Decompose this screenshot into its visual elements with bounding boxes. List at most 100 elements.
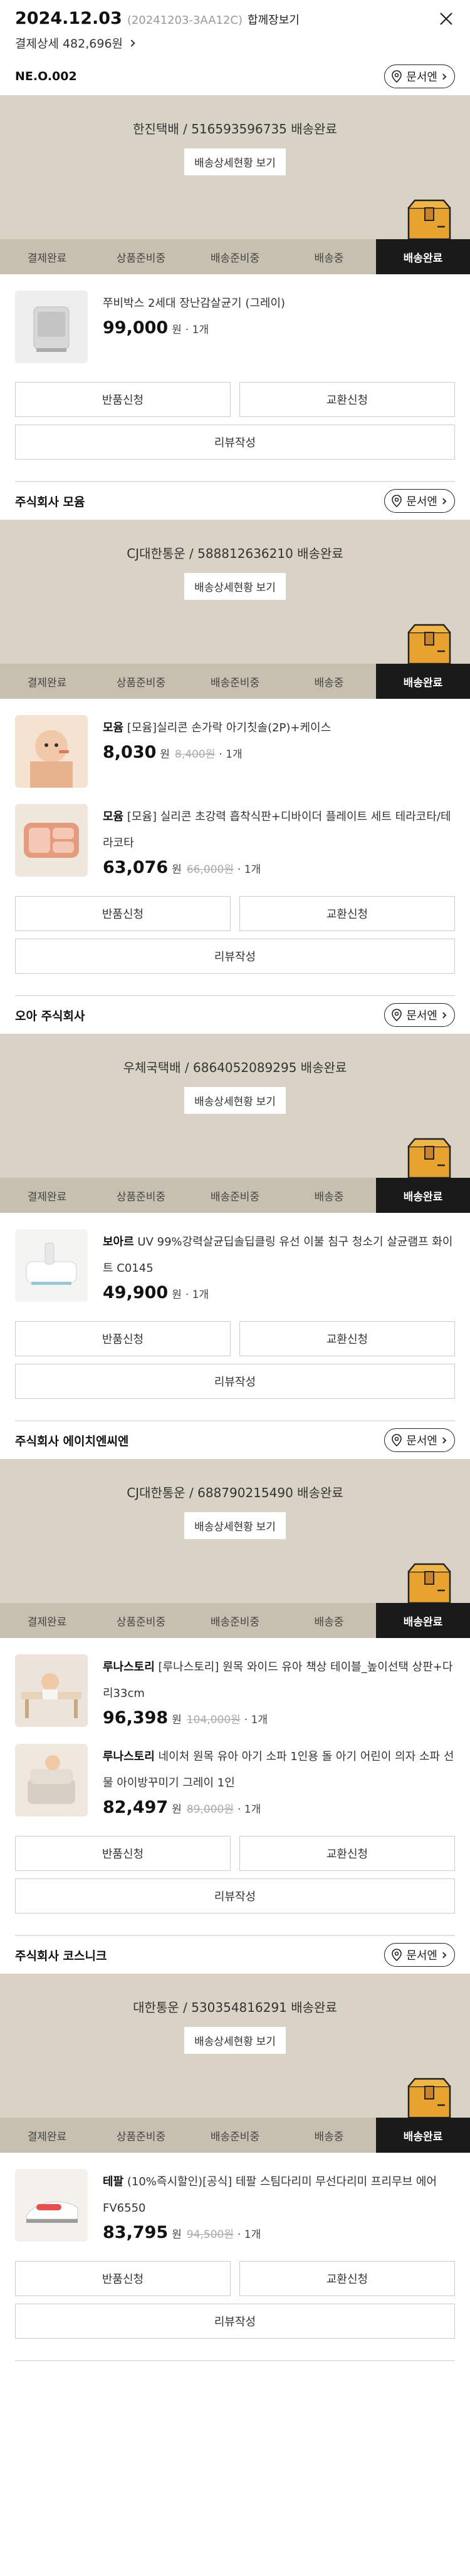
product-list: 보아르 UV 99%강력살균딥솔딥클링 유선 이불 침구 청소기 살균램프 화이…: [0, 1213, 470, 1302]
original-price: 94,500원: [186, 2228, 234, 2241]
original-price: 104,000원: [186, 1714, 241, 1726]
product-name: 모윰 [모윰] 실리콘 초강력 흡착식판+디바이더 플레이트 세트 테라코타/테…: [103, 804, 455, 857]
product-price: 96,398: [103, 1708, 169, 1728]
return-request-button[interactable]: 반품신청: [15, 382, 231, 417]
tracking-detail-button[interactable]: 배송상세현황 보기: [184, 1512, 286, 1539]
delivery-step: 결제완료: [27, 252, 67, 265]
inquiry-button[interactable]: 문서엔: [384, 1943, 455, 1967]
tracking-detail-button[interactable]: 배송상세현황 보기: [184, 148, 286, 175]
currency-unit: 원: [160, 748, 170, 761]
inquiry-label: 문서엔: [406, 1949, 437, 1962]
product-item[interactable]: 쭈비박스 2세대 장난감살균기 (그레이) 99,000 원 · 1개: [0, 274, 470, 363]
delivery-step: 배송중: [314, 676, 344, 689]
tracking-info: 한진택배 / 516593596735 배송완료: [133, 121, 337, 137]
delivery-step: 상품준비중: [116, 2130, 166, 2143]
close-icon[interactable]: [439, 11, 454, 26]
product-title: [루나스토리] 원목 와이드 유아 책상 테이블_높이선택 상판+다리33cm: [103, 1661, 453, 1700]
inquiry-button[interactable]: 문서엔: [384, 1003, 455, 1027]
seller-groups: NE.O.002 문서엔 한진택배 / 516593596735 배송완료 배송…: [0, 58, 470, 2361]
chevron-right-icon: [440, 498, 447, 504]
tracking-info: CJ대한통운 / 588812636210 배송완료: [127, 546, 343, 561]
location-pin-icon: [392, 1009, 402, 1021]
payment-detail-link[interactable]: 결제상세 482,696원: [15, 34, 455, 51]
return-request-button[interactable]: 반품신청: [15, 1321, 231, 1356]
currency-unit: 원: [172, 1803, 182, 1816]
tracking-info: 우체국택배 / 6864052089295 배송완료: [123, 1060, 347, 1075]
inquiry-button[interactable]: 문서엔: [384, 1428, 455, 1452]
product-thumbnail[interactable]: [15, 1229, 88, 1302]
delivery-step: 결제완료: [27, 2130, 67, 2143]
product-name: 보아르 UV 99%강력살균딥솔딥클링 유선 이불 침구 청소기 살균램프 화이…: [103, 1229, 455, 1282]
product-brand: 모윰: [103, 721, 124, 734]
delivery-step: 배송준비중: [210, 1190, 260, 1203]
product-list: 루나스토리 [루나스토리] 원목 와이드 유아 책상 테이블_높이선택 상판+다…: [0, 1638, 470, 1817]
seller-name: NE.O.002: [15, 70, 77, 83]
location-pin-icon: [392, 1949, 402, 1961]
product-brand: 모윰: [103, 810, 124, 823]
product-thumbnail[interactable]: [15, 291, 88, 363]
product-item[interactable]: 테팔 (10%즉시할인)[공식] 테팔 스팀다리미 무선다리미 프리무브 에어 …: [0, 2153, 470, 2242]
delivery-step: 배송준비중: [210, 2130, 260, 2143]
product-item[interactable]: 모윰 [모윰] 실리콘 초강력 흡착식판+디바이더 플레이트 세트 테라코타/테…: [0, 788, 470, 877]
delivery-status-panel: 한진택배 / 516593596735 배송완료 배송상세현황 보기: [0, 95, 470, 239]
write-review-button[interactable]: 리뷰작성: [15, 1878, 455, 1914]
chevron-right-icon: [440, 73, 447, 80]
return-request-button[interactable]: 반품신청: [15, 2261, 231, 2296]
write-review-button[interactable]: 리뷰작성: [15, 2304, 455, 2339]
chevron-right-icon: [440, 1952, 447, 1958]
product-thumbnail[interactable]: [15, 1654, 88, 1727]
return-request-button[interactable]: 반품신청: [15, 896, 231, 931]
delivery-step: 배송중: [314, 252, 344, 265]
product-title: [모윰]실리콘 손가락 아기칫솔(2P)+케이스: [127, 721, 332, 734]
product-price: 8,030: [103, 743, 157, 762]
original-price: 89,000원: [186, 1803, 234, 1816]
product-item[interactable]: 모윰 [모윰]실리콘 손가락 아기칫솔(2P)+케이스 8,030 원 8,400원 ·…: [0, 699, 470, 788]
product-brand: 테팔: [103, 2175, 124, 2188]
tracking-detail-button[interactable]: 배송상세현황 보기: [184, 2027, 286, 2054]
write-review-button[interactable]: 리뷰작성: [15, 939, 455, 974]
write-review-button[interactable]: 리뷰작성: [15, 425, 455, 460]
original-price: 8,400원: [175, 748, 216, 761]
location-pin-icon: [392, 70, 402, 83]
exchange-request-button[interactable]: 교환신청: [239, 896, 455, 931]
delivery-step: 배송완료: [376, 2118, 470, 2153]
delivery-status-panel: 우체국택배 / 6864052089295 배송완료 배송상세현황 보기: [0, 1034, 470, 1178]
inquiry-label: 문서엔: [406, 495, 437, 508]
product-price: 63,076: [103, 858, 169, 877]
product-name: 모윰 [모윰]실리콘 손가락 아기칫솔(2P)+케이스: [103, 715, 455, 741]
product-brand: 루나스토리: [103, 1661, 155, 1674]
write-review-button[interactable]: 리뷰작성: [15, 1364, 455, 1399]
product-name: 루나스토리 [루나스토리] 원목 와이드 유아 책상 테이블_높이선택 상판+다…: [103, 1654, 455, 1707]
exchange-request-button[interactable]: 교환신청: [239, 1836, 455, 1871]
parcel-box-icon: [407, 1563, 451, 1603]
exchange-request-button[interactable]: 교환신청: [239, 382, 455, 417]
seller-group: 주식회사 에이치엔씨엔 문서엔 CJ대한통운 / 688790215490 배송…: [0, 1421, 470, 1936]
product-list: 쭈비박스 2세대 장난감살균기 (그레이) 99,000 원 · 1개: [0, 274, 470, 363]
exchange-request-button[interactable]: 교환신청: [239, 2261, 455, 2296]
inquiry-button[interactable]: 문서엔: [384, 64, 455, 88]
product-item[interactable]: 루나스토리 네이처 원목 유아 아기 소파 1인용 돌 아기 어린이 의자 소파…: [0, 1728, 470, 1817]
merged-order-link[interactable]: 합께장보기: [248, 11, 300, 28]
product-thumbnail[interactable]: [15, 715, 88, 788]
order-actions: 반품신청 교환신청 리뷰작성: [0, 363, 470, 460]
tracking-detail-button[interactable]: 배송상세현황 보기: [184, 573, 286, 600]
product-thumbnail[interactable]: [15, 804, 88, 877]
product-thumbnail[interactable]: [15, 1744, 88, 1816]
delivery-steps: 결제완료 상품준비중 배송준비중 배송중 배송완료: [0, 1178, 470, 1213]
product-item[interactable]: 보아르 UV 99%강력살균딥솔딥클링 유선 이불 침구 청소기 살균램프 화이…: [0, 1213, 470, 1302]
return-request-button[interactable]: 반품신청: [15, 1836, 231, 1871]
seller-group: NE.O.002 문서엔 한진택배 / 516593596735 배송완료 배송…: [0, 58, 470, 482]
exchange-request-button[interactable]: 교환신청: [239, 1321, 455, 1356]
location-pin-icon: [392, 1434, 402, 1446]
order-number: (20241203-3AA12C): [127, 14, 243, 27]
inquiry-label: 문서엔: [406, 71, 437, 84]
parcel-box-icon: [407, 2078, 451, 2118]
seller-name: 주식회사 코스니크: [15, 1949, 107, 1963]
delivery-step: 상품준비중: [116, 676, 166, 689]
delivery-step: 배송완료: [376, 1603, 470, 1638]
tracking-detail-button[interactable]: 배송상세현황 보기: [184, 1087, 286, 1114]
inquiry-button[interactable]: 문서엔: [384, 489, 455, 513]
product-thumbnail[interactable]: [15, 2169, 88, 2242]
order-date: 2024.12.03: [15, 9, 122, 28]
product-item[interactable]: 루나스토리 [루나스토리] 원목 와이드 유아 책상 테이블_높이선택 상판+다…: [0, 1638, 470, 1728]
